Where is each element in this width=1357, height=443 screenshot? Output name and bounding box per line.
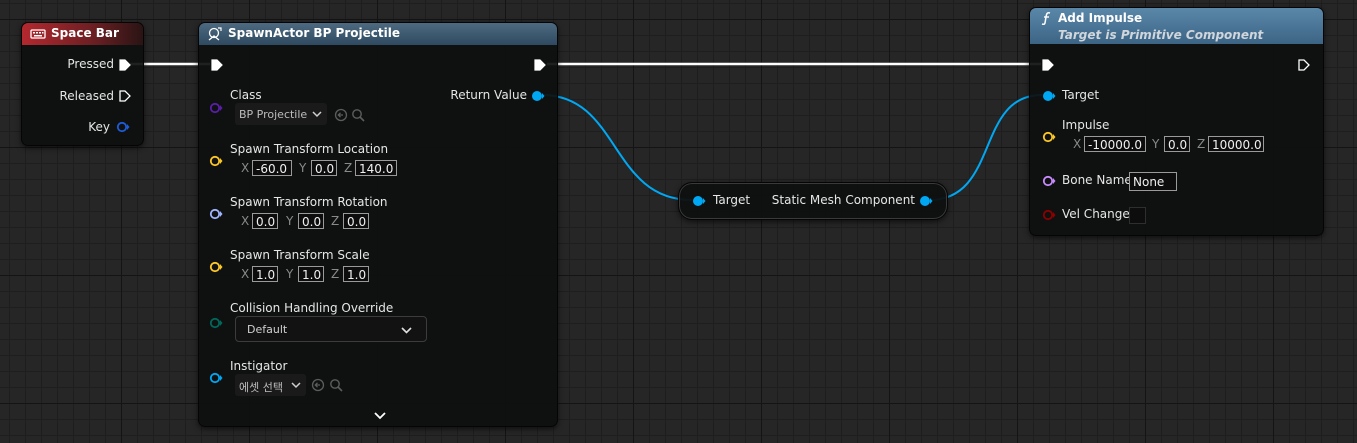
vel-change-label: Vel Change <box>1062 207 1130 221</box>
released-label: Released <box>59 89 114 103</box>
key-output-pin[interactable] <box>116 121 130 133</box>
instigator-input-pin[interactable] <box>209 372 223 384</box>
vel-change-input-pin[interactable] <box>1042 209 1056 221</box>
node-subtitle: Target is Primitive Component <box>1058 28 1264 42</box>
exec-in-pin[interactable] <box>211 59 223 71</box>
spawn-actor-icon <box>208 27 222 41</box>
location-input-pin[interactable] <box>209 155 223 167</box>
impulse-label: Impulse <box>1062 118 1110 132</box>
chevron-down-icon <box>401 327 412 334</box>
node-header[interactable]: Space Bar <box>22 23 143 45</box>
exec-out-pin-pressed[interactable] <box>119 59 131 71</box>
exec-out-pin[interactable] <box>1298 59 1310 71</box>
bone-name-label: Bone Name <box>1062 173 1132 187</box>
collision-label: Collision Handling Override <box>230 301 394 315</box>
collision-input-pin[interactable] <box>209 317 223 329</box>
object-wire-mesh-to-target <box>928 94 1043 201</box>
space-bar-event-node[interactable]: Space Bar Pressed Released Key <box>21 22 144 146</box>
impulse-z-field[interactable]: 10000.0 <box>1208 136 1264 152</box>
keyboard-icon <box>30 29 46 39</box>
function-icon <box>1041 12 1051 25</box>
scale-z-field[interactable]: 1.0 <box>343 266 369 282</box>
axis-y-label: Y <box>286 214 294 228</box>
location-label: Spawn Transform Location <box>230 142 389 156</box>
scale-input-pin[interactable] <box>209 261 223 273</box>
class-select-value: BP Projectile <box>239 108 308 121</box>
axis-z-label: Z <box>344 161 353 175</box>
axis-x-label: X <box>241 267 250 281</box>
axis-y-label: Y <box>299 161 307 175</box>
class-select[interactable]: BP Projectile <box>235 103 327 125</box>
node-header[interactable]: SpawnActor BP Projectile <box>199 23 557 45</box>
target-label: Target <box>1062 88 1100 102</box>
static-mesh-component-label: Static Mesh Component <box>771 193 915 207</box>
axis-z-label: Z <box>331 267 340 281</box>
node-title: SpawnActor BP Projectile <box>228 26 400 40</box>
rotation-x-field[interactable]: 0.0 <box>252 213 278 229</box>
node-title: Add Impulse <box>1058 11 1143 25</box>
location-z-field[interactable]: 140.0 <box>355 160 397 176</box>
node-title: Space Bar <box>51 26 119 40</box>
scale-y-field[interactable]: 1.0 <box>298 266 324 282</box>
impulse-x-field[interactable]: -10000.0 <box>1084 136 1146 152</box>
chevron-down-icon <box>312 111 322 118</box>
use-selected-asset-icon[interactable] <box>334 108 348 122</box>
rotation-label: Spawn Transform Rotation <box>230 195 388 209</box>
add-impulse-node[interactable]: Add Impulse Target is Primitive Componen… <box>1029 7 1324 236</box>
bone-name-input-pin[interactable] <box>1042 175 1056 187</box>
node-header[interactable]: Add Impulse Target is Primitive Componen… <box>1030 8 1323 44</box>
collision-dropdown[interactable]: Default <box>235 316 427 342</box>
rotation-input-pin[interactable] <box>209 208 223 220</box>
browse-asset-search-icon[interactable] <box>351 108 365 122</box>
chevron-down-icon <box>291 382 301 389</box>
exec-out-pin[interactable] <box>534 59 546 71</box>
class-label: Class <box>230 88 262 102</box>
axis-y-label: Y <box>1152 137 1160 151</box>
pressed-label: Pressed <box>67 57 114 71</box>
use-selected-actor-icon[interactable] <box>311 378 325 392</box>
browse-actor-search-icon[interactable] <box>329 378 343 392</box>
object-wire-return-to-target <box>541 94 693 201</box>
expand-advanced-icon[interactable] <box>373 411 387 421</box>
exec-out-pin-released[interactable] <box>119 90 131 102</box>
impulse-y-field[interactable]: 0.0 <box>1164 136 1190 152</box>
rotation-z-field[interactable]: 0.0 <box>343 213 369 229</box>
axis-y-label: Y <box>286 267 294 281</box>
spawn-actor-node[interactable]: SpawnActor BP Projectile Class BP Projec… <box>198 22 558 427</box>
return-value-label: Return Value <box>450 88 527 102</box>
target-input-pin[interactable] <box>1042 90 1056 102</box>
bone-name-field[interactable]: None <box>1129 172 1177 191</box>
axis-x-label: X <box>241 214 250 228</box>
return-value-output-pin[interactable] <box>531 90 545 102</box>
axis-x-label: X <box>1073 137 1082 151</box>
location-y-field[interactable]: 0.0 <box>311 160 337 176</box>
static-mesh-component-getter-node[interactable]: Target Static Mesh Component <box>678 182 948 220</box>
scale-label: Spawn Transform Scale <box>230 248 370 262</box>
collision-dropdown-value: Default <box>247 323 288 336</box>
target-input-pin[interactable] <box>692 195 706 207</box>
instigator-select-value: 에셋 선택 <box>239 381 283 394</box>
axis-x-label: X <box>241 161 250 175</box>
scale-x-field[interactable]: 1.0 <box>252 266 278 282</box>
rotation-y-field[interactable]: 0.0 <box>298 213 324 229</box>
exec-in-pin[interactable] <box>1042 59 1054 71</box>
impulse-input-pin[interactable] <box>1042 131 1056 143</box>
vel-change-checkbox[interactable] <box>1129 207 1146 224</box>
axis-z-label: Z <box>331 214 340 228</box>
key-label: Key <box>88 120 110 134</box>
instigator-label: Instigator <box>230 359 288 373</box>
axis-z-label: Z <box>1197 137 1206 151</box>
target-label: Target <box>713 193 751 207</box>
class-input-pin[interactable] <box>209 102 223 114</box>
location-x-field[interactable]: -60.0 <box>252 160 292 176</box>
static-mesh-component-output-pin[interactable] <box>919 195 933 207</box>
instigator-select[interactable]: 에셋 선택 <box>235 374 306 396</box>
